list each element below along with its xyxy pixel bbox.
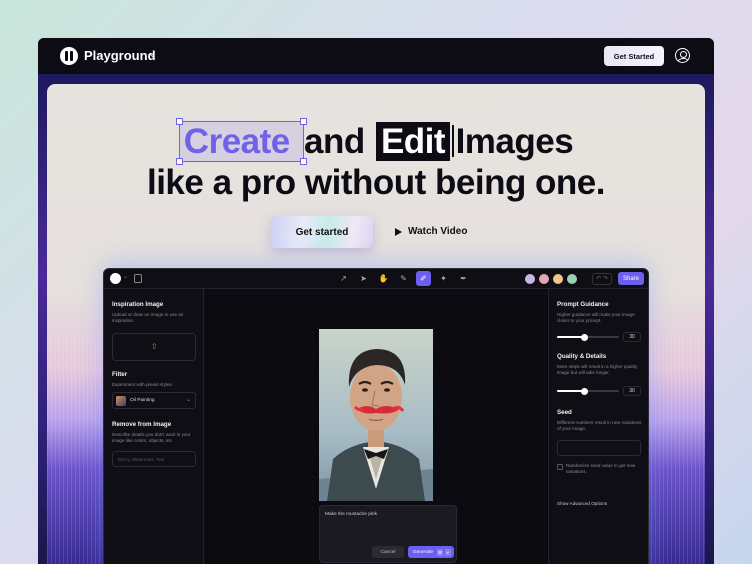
hero-stage: Create and Edit Images like a pro without… xyxy=(38,74,714,564)
get-started-button[interactable]: Get started xyxy=(271,216,373,248)
filter-title: Filter xyxy=(112,371,128,378)
remove-desc: Describe details you don't want in your … xyxy=(112,432,191,444)
seed-desc: Different numbers result in new variatio… xyxy=(557,420,642,432)
generate-label: Generate xyxy=(413,549,434,555)
watch-video-label: Watch Video xyxy=(408,226,468,237)
prompt-input[interactable]: Make the mustache pink xyxy=(325,512,377,517)
pen-icon[interactable]: ✒ xyxy=(456,271,471,286)
slider-thumb[interactable] xyxy=(580,387,588,395)
randomize-label: Randomize seed value to get new variatio… xyxy=(566,463,636,475)
prompt-guidance-title: Prompt Guidance xyxy=(557,301,609,308)
headline-line-2: like a pro without being one. xyxy=(146,163,606,202)
get-started-nav-button[interactable]: Get Started xyxy=(604,46,664,66)
watch-video-button[interactable]: Watch Video xyxy=(395,226,467,237)
export-icon[interactable]: ↗ xyxy=(336,271,351,286)
share-button[interactable]: Share xyxy=(618,272,644,285)
quality-value[interactable]: 30 xyxy=(623,386,641,396)
inspiration-upload-dropzone[interactable]: ⇧ xyxy=(112,333,196,361)
quality-title: Quality & Details xyxy=(557,353,607,360)
selection-handle[interactable] xyxy=(175,118,183,125)
negative-prompt-placeholder: Blurry, Watermark, Text xyxy=(118,456,165,462)
cancel-button[interactable]: Cancel xyxy=(372,546,404,558)
quality-slider[interactable] xyxy=(557,387,619,395)
prompt-guidance-desc: Higher guidance will make your image clo… xyxy=(557,312,635,324)
filter-value: Oil Painting xyxy=(130,397,155,403)
right-settings-panel: Prompt Guidance Higher guidance will mak… xyxy=(548,289,648,564)
slider-thumb[interactable] xyxy=(580,333,588,341)
generate-button[interactable]: Generate ⌘ ↵ xyxy=(408,546,454,558)
upload-icon: ⇧ xyxy=(151,342,158,351)
editor-canvas[interactable]: Make the mustache pink Cancel Generate ⌘… xyxy=(205,289,548,564)
quality-desc: More steps will result in a higher quali… xyxy=(557,364,638,376)
show-advanced-options-link[interactable]: Show Advanced Options xyxy=(557,501,607,507)
collaborator-avatars xyxy=(524,273,578,285)
seed-input[interactable] xyxy=(557,440,641,456)
randomize-seed-checkbox[interactable] xyxy=(557,464,563,470)
chevron-down-icon[interactable]: ⌄ xyxy=(148,47,157,60)
app-logo-icon[interactable] xyxy=(110,273,121,284)
filter-desc: Experiment with preset styles. xyxy=(112,382,174,387)
negative-prompt-input[interactable]: Blurry, Watermark, Text xyxy=(112,451,196,467)
play-icon xyxy=(395,227,402,236)
filter-thumbnail xyxy=(116,396,126,406)
panel-toggle-icon[interactable] xyxy=(134,274,142,283)
edited-portrait-image[interactable] xyxy=(319,329,433,501)
headline-word-and: and xyxy=(303,122,365,161)
inspiration-title: Inspiration Image xyxy=(112,301,164,308)
inspiration-desc: Upload or draw an image to use as inspir… xyxy=(112,312,184,324)
left-settings-panel: Inspiration Image Upload or draw an imag… xyxy=(104,289,204,564)
text-caret xyxy=(452,125,454,157)
avatar[interactable] xyxy=(538,273,550,285)
avatar[interactable] xyxy=(552,273,564,285)
brush-icon[interactable]: ✐ xyxy=(416,271,431,286)
enter-key-icon: ↵ xyxy=(445,548,451,556)
pointer-icon[interactable]: ➤ xyxy=(356,271,371,286)
command-key-icon: ⌘ xyxy=(437,548,443,556)
seed-title: Seed xyxy=(557,409,572,416)
hand-icon[interactable]: ✋ xyxy=(376,271,391,286)
avatar[interactable] xyxy=(566,273,578,285)
top-navbar: Playground ⌄ Get Started xyxy=(38,38,714,74)
selection-handle[interactable] xyxy=(299,118,307,125)
editor-app-preview: ⌄ ↗ ➤ ✋ ✎ ✐ ✦ ✒ ↶ ↷ Share Inspiration Im… xyxy=(103,268,649,564)
undo-redo-icon[interactable]: ↶ ↷ xyxy=(592,273,612,285)
prompt-guidance-value[interactable]: 30 xyxy=(623,332,641,342)
chevron-down-icon[interactable]: ⌄ xyxy=(123,273,128,280)
editor-toolbar: ⌄ ↗ ➤ ✋ ✎ ✐ ✦ ✒ ↶ ↷ Share xyxy=(104,269,648,289)
headline-word-edit: Edit xyxy=(375,122,451,161)
headline-word-images: Images xyxy=(455,122,574,161)
playground-logo-icon[interactable] xyxy=(60,47,78,65)
brand-name[interactable]: Playground xyxy=(84,48,156,63)
avatar[interactable] xyxy=(524,273,536,285)
headline-line-1: Create and Edit Images xyxy=(47,118,705,165)
tool-group: ↗ ➤ ✋ ✎ ✐ ✦ ✒ xyxy=(336,271,471,286)
prompt-card: Make the mustache pink Cancel Generate ⌘… xyxy=(319,505,457,563)
browser-window: Playground ⌄ Get Started Create and Edit… xyxy=(38,38,714,564)
filter-select[interactable]: Oil Painting ⌄ xyxy=(112,392,196,409)
edit-box-icon[interactable]: ✎ xyxy=(396,271,411,286)
chevron-down-icon: ⌄ xyxy=(185,397,191,403)
user-account-icon[interactable] xyxy=(675,48,690,63)
headline-word-create: Create xyxy=(175,118,307,165)
sparkle-icon[interactable]: ✦ xyxy=(436,271,451,286)
prompt-guidance-slider[interactable] xyxy=(557,333,619,341)
remove-title: Remove from Image xyxy=(112,421,172,428)
hero-card: Create and Edit Images like a pro without… xyxy=(47,84,705,564)
